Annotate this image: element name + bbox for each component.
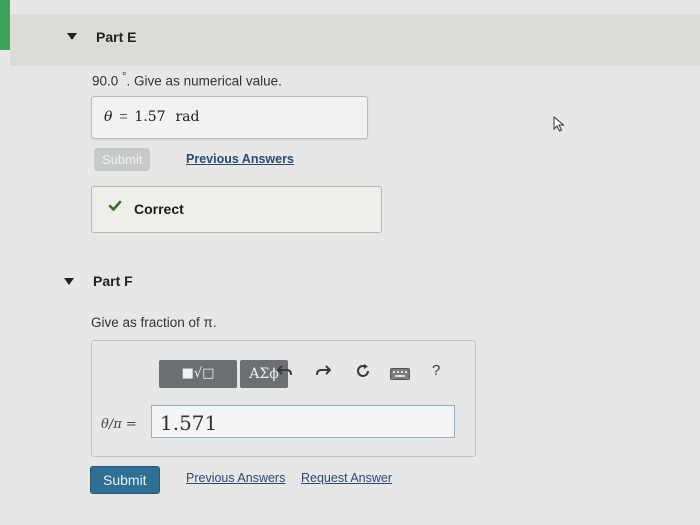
prompt-text: . Give as numerical value. [126, 73, 282, 89]
answer-unit: rad [175, 109, 200, 125]
part-f-title[interactable]: Part F [93, 273, 133, 289]
checkmark-icon [108, 199, 122, 218]
reset-icon[interactable] [355, 363, 371, 384]
cursor-icon [553, 115, 565, 137]
answer-value: 1.57 [134, 109, 166, 125]
input-label: θ/π = [101, 417, 137, 432]
redo-icon[interactable] [315, 363, 332, 384]
undo-icon[interactable] [276, 363, 293, 384]
part-e-title[interactable]: Part E [96, 29, 136, 45]
feedback-label: Correct [134, 201, 184, 217]
math-editor: ■√□ ΑΣϕ ? [91, 340, 476, 457]
part-f-prompt: Give as fraction of π. [91, 315, 217, 330]
part-f-submit-button[interactable]: Submit [90, 466, 160, 494]
collapse-caret-icon[interactable] [67, 33, 77, 40]
part-e-answer-box: θ = 1.57 rad [91, 96, 368, 139]
part-e-feedback: Correct [91, 186, 382, 233]
part-e-submit-button: Submit [94, 148, 151, 171]
part-e-previous-answers-link[interactable]: Previous Answers [186, 152, 294, 166]
help-icon[interactable]: ? [432, 362, 440, 379]
answer-equals: = [119, 108, 128, 124]
keyboard-icon[interactable] [390, 365, 410, 385]
side-accent-strip [0, 0, 10, 50]
math-templates-icon[interactable]: ■√□ [159, 360, 237, 388]
part-f-previous-answers-link[interactable]: Previous Answers [186, 471, 285, 485]
part-e-answer: θ = 1.57 rad [104, 108, 199, 125]
prompt-value: 90.0 [92, 73, 119, 89]
request-answer-link[interactable]: Request Answer [301, 471, 392, 485]
part-e-prompt: 90.0 °. Give as numerical value. [92, 71, 282, 89]
answer-variable: θ [104, 109, 113, 125]
collapse-caret-icon[interactable] [64, 278, 74, 285]
answer-input[interactable]: 1.571 [151, 405, 455, 438]
